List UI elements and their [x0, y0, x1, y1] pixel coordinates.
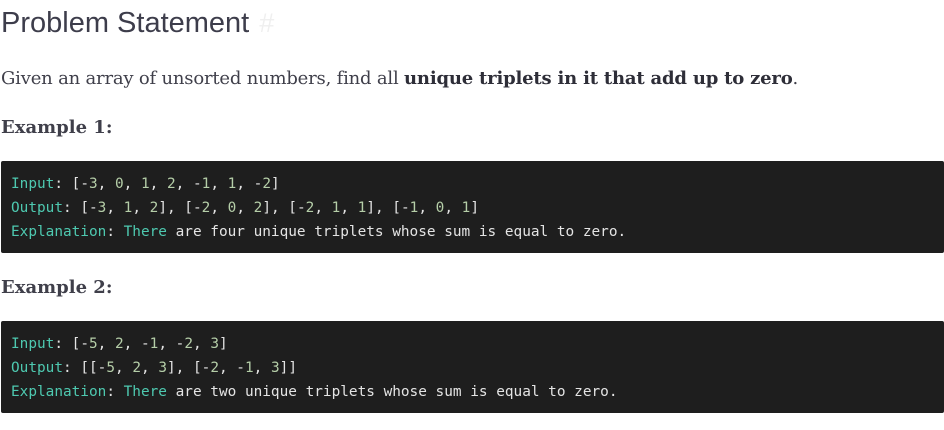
example-2-code-block: Input: [-5, 2, -1, -2, 3] Output: [[-5, 2… [1, 321, 944, 413]
example-2-input-line: Input: [-5, 2, -1, -2, 3] [11, 336, 228, 352]
example-1-input-value: [-3, 0, 1, 2, -1, 1, -2] [71, 176, 280, 192]
example-2-explanation-first-word: There [123, 384, 167, 400]
number-literal: 2 [253, 200, 263, 216]
example-1-title: Example 1: [1, 117, 113, 138]
number-literal: 1 [461, 200, 471, 216]
number-literal: 0 [114, 176, 124, 192]
example-2-output-label: Output [11, 360, 63, 376]
example-1-explanation-first-word: There [123, 224, 167, 240]
number-literal: 3 [97, 200, 107, 216]
example-2-output-value: [[-5, 2, 3], [-2, -1, 3]] [80, 360, 297, 376]
description-emphasis: unique triplets in it that add up to zer… [404, 68, 793, 89]
example-1-input-label: Input [11, 176, 55, 192]
example-2-input-label: Input [11, 336, 55, 352]
number-literal: 1 [227, 176, 237, 192]
number-literal: 2 [166, 176, 176, 192]
example-1-code-block: Input: [-3, 0, 1, 2, -1, 1, -2] Output: [… [1, 161, 944, 253]
example-1-input-line: Input: [-3, 0, 1, 2, -1, 1, -2] [11, 176, 280, 192]
number-literal: 2 [184, 336, 193, 352]
example-1-explanation-label: Explanation [11, 224, 107, 240]
number-literal: 2 [132, 360, 141, 376]
number-literal: 3 [158, 360, 167, 376]
number-literal: 1 [140, 176, 150, 192]
example-2-title: Example 2: [1, 277, 113, 298]
number-literal: 1 [123, 200, 133, 216]
number-literal: 2 [210, 360, 219, 376]
number-literal: 1 [409, 200, 419, 216]
page-title-text: Problem Statement [1, 7, 250, 39]
number-literal: 3 [88, 176, 98, 192]
number-literal: 1 [201, 176, 211, 192]
example-1-output-label: Output [11, 200, 63, 216]
example-2-input-value: [-5, 2, -1, -2, 3] [71, 336, 228, 352]
number-literal: 5 [106, 360, 115, 376]
number-literal: 1 [331, 200, 341, 216]
page-title: Problem Statement # [1, 4, 274, 42]
number-literal: 1 [244, 360, 254, 376]
number-literal: 2 [305, 200, 315, 216]
number-literal: 2 [201, 200, 211, 216]
number-literal: 0 [435, 200, 445, 216]
heading-anchor-link[interactable]: # [259, 8, 274, 38]
number-literal: 3 [210, 336, 219, 352]
description-prefix: Given an array of unsorted numbers, find… [1, 68, 405, 89]
description-suffix: . [792, 68, 799, 89]
number-literal: 1 [357, 200, 367, 216]
number-literal: 2 [262, 176, 271, 192]
example-1-output-line: Output: [-3, 1, 2], [-2, 0, 2], [-2, 1, … [11, 200, 479, 216]
number-literal: 1 [149, 336, 159, 352]
problem-description: Given an array of unsorted numbers, find… [1, 66, 798, 92]
number-literal: 2 [114, 336, 124, 352]
number-literal: 3 [270, 360, 280, 376]
number-literal: 0 [227, 200, 237, 216]
example-2-explanation-text: are two unique triplets whose sum is equ… [166, 384, 618, 400]
example-2-explanation-label: Explanation [11, 384, 107, 400]
example-2-explanation-line: Explanation: There are two unique triple… [11, 384, 618, 400]
example-1-explanation-line: Explanation: There are four unique tripl… [11, 224, 627, 240]
example-2-output-line: Output: [[-5, 2, 3], [-2, -1, 3]] [11, 360, 297, 376]
example-1-explanation-text: are four unique triplets whose sum is eq… [166, 224, 627, 240]
example-1-output-value: [-3, 1, 2], [-2, 0, 2], [-2, 1, 1], [-1,… [80, 200, 479, 216]
number-literal: 2 [149, 200, 159, 216]
number-literal: 5 [88, 336, 98, 352]
